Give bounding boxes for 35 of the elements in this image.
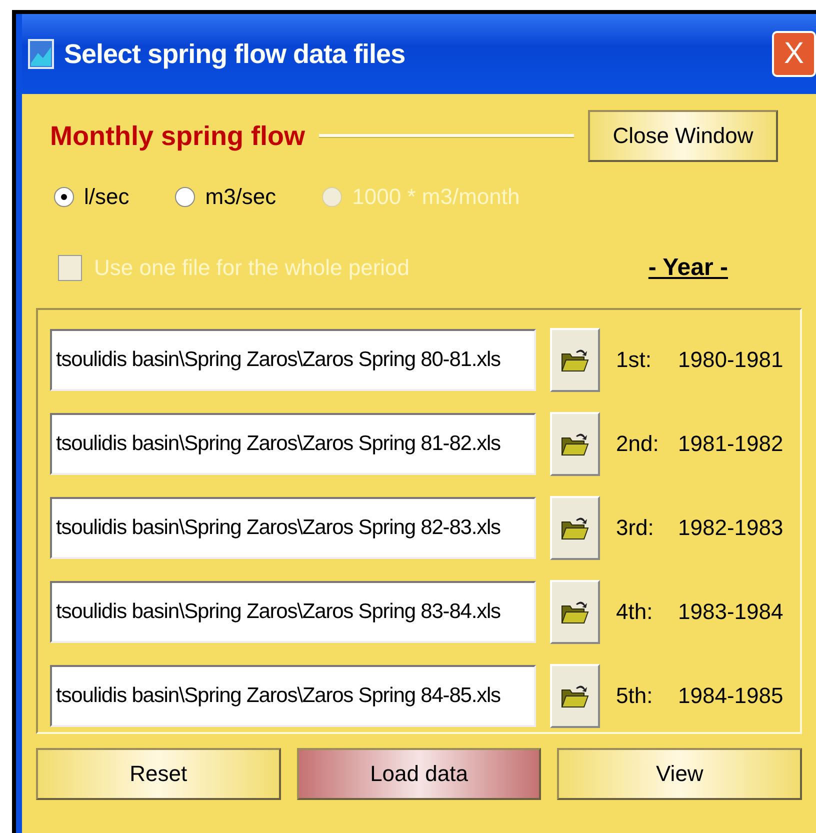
browse-button[interactable] bbox=[550, 496, 600, 560]
radio-button[interactable] bbox=[54, 187, 74, 207]
year-range: 1984-1985 bbox=[678, 683, 784, 709]
file-path-field[interactable]: tsoulidis basin\Spring Zaros\Zaros Spring 84-85.xls bbox=[50, 665, 536, 727]
browse-button[interactable] bbox=[550, 664, 600, 728]
checkbox-label: Use one file for the whole period bbox=[94, 255, 410, 281]
year-ordinal: 2nd: bbox=[616, 431, 660, 457]
year-ordinal: 1st: bbox=[616, 347, 652, 373]
browse-button[interactable] bbox=[550, 412, 600, 476]
file-path-field[interactable]: tsoulidis basin\Spring Zaros\Zaros Spring 81-82.xls bbox=[50, 413, 536, 475]
close-button[interactable]: X bbox=[772, 31, 816, 77]
action-button[interactable]: Reset bbox=[36, 748, 281, 800]
file-path-field[interactable]: tsoulidis basin\Spring Zaros\Zaros Spring 83-84.xls bbox=[50, 581, 536, 643]
radio-label: m3/sec bbox=[205, 184, 276, 210]
year-range: 1982-1983 bbox=[678, 515, 784, 541]
app-icon bbox=[28, 39, 54, 69]
radio-label: l/sec bbox=[84, 184, 130, 210]
year-ordinal: 3rd: bbox=[616, 515, 655, 541]
close-window-button[interactable]: Close Window bbox=[588, 110, 778, 162]
action-button[interactable]: View bbox=[557, 748, 802, 800]
file-path-field[interactable]: tsoulidis basin\Spring Zaros\Zaros Spring 82-83.xls bbox=[50, 497, 536, 559]
year-range: 1981-1982 bbox=[678, 431, 784, 457]
browse-button[interactable] bbox=[550, 328, 600, 392]
year-heading: - Year - bbox=[648, 254, 728, 282]
section-title: Monthly spring flow bbox=[50, 120, 305, 152]
file-path-field[interactable]: tsoulidis basin\Spring Zaros\Zaros Spring 80-81.xls bbox=[50, 329, 536, 391]
year-ordinal: 5th: bbox=[616, 683, 654, 709]
action-button[interactable]: Load data bbox=[296, 748, 542, 800]
window-title: Select spring flow data files bbox=[64, 38, 406, 70]
year-range: 1980-1981 bbox=[678, 347, 784, 373]
radio-label: 1000 * m3/month bbox=[352, 184, 520, 210]
radio-button[interactable] bbox=[175, 187, 196, 207]
browse-button[interactable] bbox=[550, 580, 600, 644]
year-range: 1983-1984 bbox=[678, 599, 784, 625]
year-ordinal: 4th: bbox=[616, 599, 654, 625]
